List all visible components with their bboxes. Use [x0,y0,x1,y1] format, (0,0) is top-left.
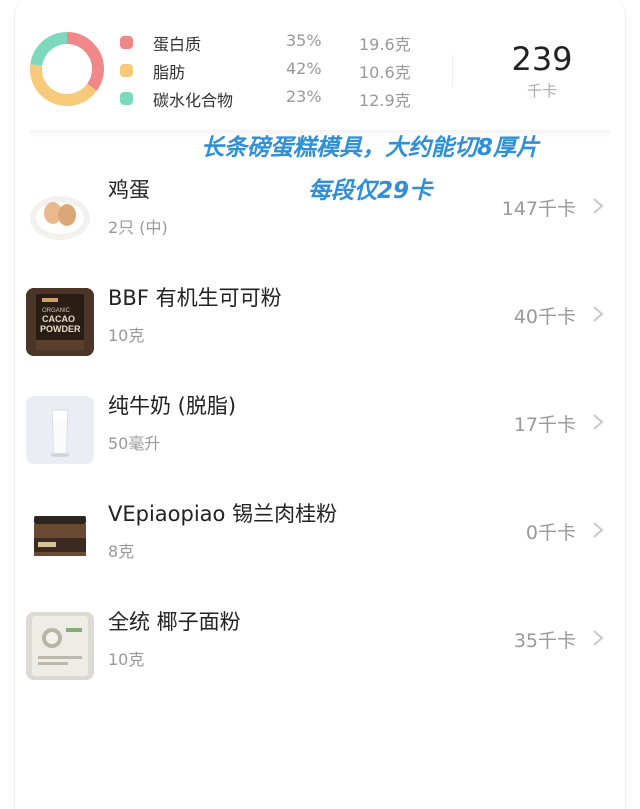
coconut-flour-thumbnail [26,612,94,680]
food-calories: 35千卡 [513,630,576,652]
food-item-coconut-flour[interactable]: 全统 椰子面粉 10克 35千卡 [0,602,640,709]
food-calories: 17千卡 [513,414,576,436]
food-name: VEpiaopiao 锡兰肉桂粉 [108,502,338,526]
total-calories: 239 [511,40,573,78]
food-item-cacao-powder[interactable]: ORGANIC CACAO POWDER BBF 有机生可可粉 10克 40千卡 [0,278,640,385]
protein-color-dot [120,36,133,49]
food-quantity: 50毫升 [108,434,161,453]
food-calories: 147千卡 [501,198,576,220]
chevron-right-icon [593,522,604,538]
summary-divider [452,55,453,87]
macro-amount: 19.6克 [359,35,411,54]
cacao-powder-thumbnail: ORGANIC CACAO POWDER [26,288,94,356]
food-name: BBF 有机生可可粉 [108,286,282,310]
food-quantity: 10克 [108,326,145,345]
fat-color-dot [120,64,133,77]
macro-name: 碳水化合物 [153,91,234,110]
macro-percent: 23% [286,87,322,106]
total-calories-unit: 千卡 [526,82,557,100]
cinnamon-jar-thumbnail [26,504,94,572]
food-quantity: 10克 [108,650,145,669]
food-item-egg[interactable]: 鸡蛋 2只 (中) 147千卡 [0,170,640,277]
macro-amount: 12.9克 [359,91,411,110]
milk-glass-thumbnail [26,396,94,464]
macro-percent: 35% [286,31,322,50]
food-name: 鸡蛋 [108,178,150,202]
food-quantity: 8克 [108,542,135,561]
food-item-cinnamon[interactable]: VEpiaopiao 锡兰肉桂粉 8克 0千卡 [0,494,640,601]
overlay-annotation-line-1: 长条磅蛋糕模具，大约能切8厚片 [200,135,539,161]
macro-amount: 10.6克 [359,63,411,82]
nutrition-summary: 蛋白质 35% 19.6克 脂肪 42% 10.6克 碳水化合物 23% 12.… [0,0,640,130]
chevron-right-icon [593,630,604,646]
food-name: 纯牛奶 (脱脂) [108,394,237,418]
chevron-right-icon [593,306,604,322]
macro-row-carbs: 碳水化合物 23% 12.9克 [120,86,420,110]
food-name: 全统 椰子面粉 [108,610,241,634]
food-calories: 0千卡 [525,522,576,544]
package-label-line-3: POWDER [40,324,81,334]
macro-percent: 42% [286,59,322,78]
macro-name: 脂肪 [153,63,186,82]
package-label-line-2: CACAO [42,314,75,324]
macro-row-fat: 脂肪 42% 10.6克 [120,58,420,82]
food-quantity: 2只 (中) [108,218,168,237]
food-calories: 40千卡 [513,306,576,328]
food-item-skim-milk[interactable]: 纯牛奶 (脱脂) 50毫升 17千卡 [0,386,640,493]
macro-name: 蛋白质 [153,35,202,54]
macro-row-protein: 蛋白质 35% 19.6克 [120,30,420,54]
carbs-color-dot [120,92,133,105]
egg-thumbnail [26,180,94,248]
chevron-right-icon [593,414,604,430]
chevron-right-icon [593,198,604,214]
macro-donut-chart [30,32,104,106]
